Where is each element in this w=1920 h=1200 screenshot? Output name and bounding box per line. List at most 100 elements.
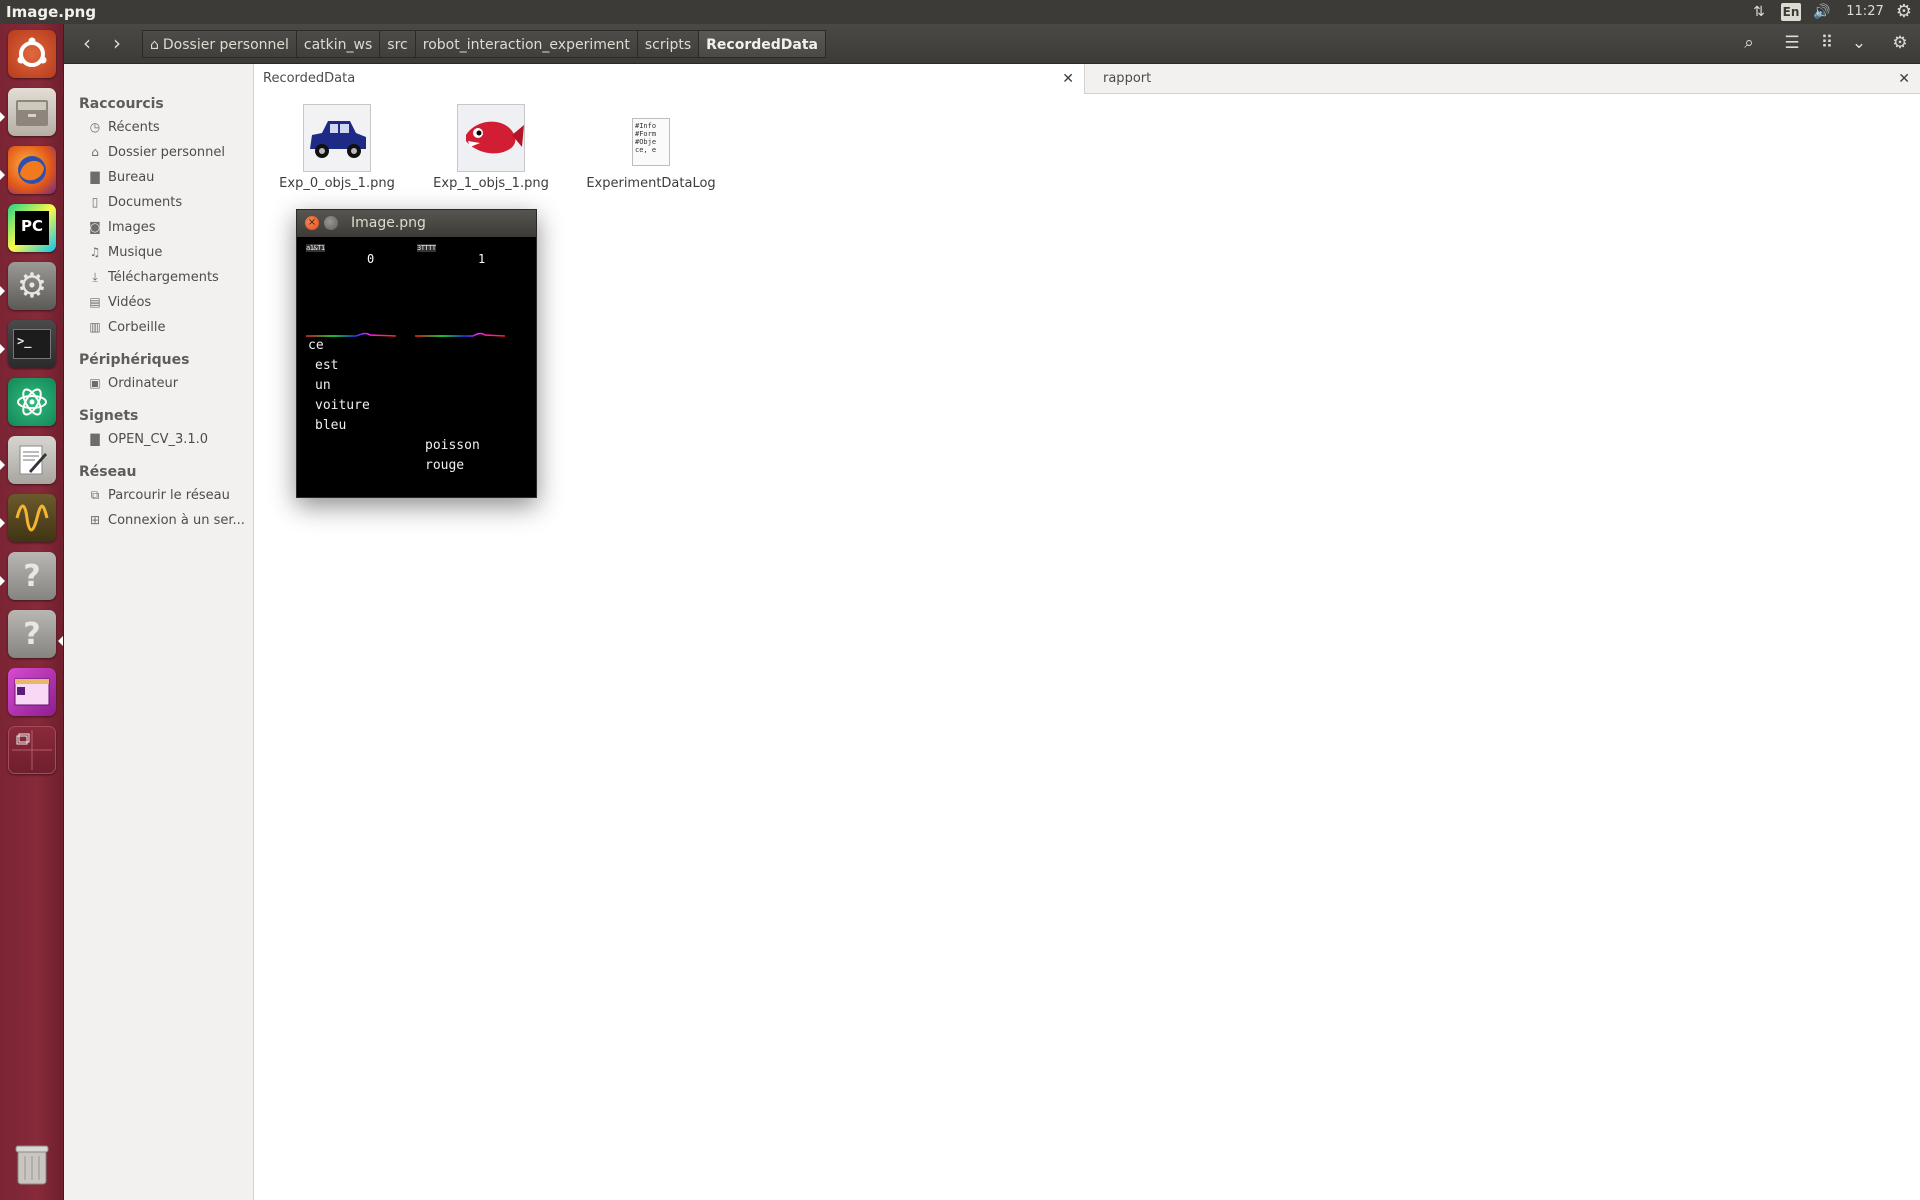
network-icon[interactable]: ⇅ [1748, 2, 1770, 22]
search-icon[interactable]: ⌕ [1734, 30, 1764, 58]
tab-rapport[interactable]: rapport ✕ [1086, 64, 1920, 94]
forward-arrow-icon[interactable]: › [102, 30, 132, 58]
sidebar-item-connect-server[interactable]: ⊞ Connexion à un ser... [88, 509, 254, 531]
close-icon[interactable]: × [305, 216, 319, 230]
file-item[interactable]: Exp_0_objs_1.png [277, 104, 397, 191]
red-fish-icon [458, 105, 524, 171]
tab-label: RecordedData [263, 71, 356, 86]
music-icon: ♫ [89, 245, 101, 259]
sidebar-item-bookmark-opencv[interactable]: ▇ OPEN_CV_3.1.0 [88, 428, 254, 450]
breadcrumb-src[interactable]: src [379, 30, 415, 58]
text-document-icon: #Info #Form #Obje ce, e [632, 118, 670, 166]
sidebar-item-documents[interactable]: ▯ Documents [88, 191, 254, 213]
breadcrumb-robot-interaction-experiment[interactable]: robot_interaction_experiment [414, 30, 637, 58]
unknown-app-icon[interactable]: ? [8, 610, 56, 658]
file-name: ExperimentDataLog [586, 176, 716, 191]
system-menu-gear-icon[interactable]: ⚙ [1893, 2, 1915, 22]
file-name: Exp_0_objs_1.png [279, 176, 395, 191]
sidebar-item-label: Ordinateur [108, 376, 179, 391]
sidebar-item-computer[interactable]: ▣ Ordinateur [88, 372, 254, 394]
image-tiny-label: a1&T1 [306, 244, 325, 252]
sidebar-item-browse-network[interactable]: ⧉ Parcourir le réseau [88, 484, 254, 506]
image-canvas: a1&T1 3TTTT 0 1 ce est un voiture bleu p… [297, 237, 536, 497]
caption-word: poisson [425, 438, 480, 453]
folder-icon: ▇ [90, 432, 100, 446]
breadcrumb-recorded-data[interactable]: RecordedData [698, 30, 826, 58]
breadcrumb-catkin-ws[interactable]: catkin_ws [295, 30, 380, 58]
running-indicator [0, 112, 5, 122]
camera-icon: ◙ [89, 220, 101, 234]
ubuntu-dash-icon[interactable] [8, 30, 56, 78]
caption-word: bleu [315, 418, 347, 433]
viewer-titlebar[interactable]: × Image.png [297, 210, 536, 237]
text-editor-icon[interactable] [8, 436, 56, 484]
download-icon: ⤓ [92, 270, 98, 284]
sidebar-item-label: Bureau [108, 170, 155, 185]
chevron-down-icon[interactable]: ⌄ [1844, 30, 1874, 58]
firefox-icon[interactable] [8, 146, 56, 194]
sidebar-section-title: Réseau [79, 464, 137, 480]
gear-icon[interactable]: ⚙ [1885, 30, 1915, 58]
breadcrumb-scripts[interactable]: scripts [636, 30, 699, 58]
caption-word: rouge [425, 458, 465, 473]
running-indicator [0, 576, 5, 586]
server-icon: ⊞ [89, 513, 101, 527]
atom-icon[interactable] [8, 378, 56, 426]
caption-word: voiture [315, 398, 370, 413]
viewer-title: Image.png [351, 215, 426, 231]
keyboard-layout-indicator[interactable]: En [1781, 3, 1801, 21]
object-index: 0 [367, 252, 375, 266]
grid-view-icon[interactable]: ⠿ [1812, 30, 1842, 58]
sidebar-item-recents[interactable]: ◷ Récents [88, 116, 254, 138]
sidebar-item-videos[interactable]: ▤ Vidéos [88, 291, 254, 313]
files-icon[interactable] [8, 88, 56, 136]
clock-icon: ◷ [89, 120, 101, 134]
back-arrow-icon[interactable]: ‹ [72, 30, 102, 58]
sidebar-item-home[interactable]: ⌂ Dossier personnel [88, 141, 254, 163]
home-icon: ⌂ [91, 145, 99, 159]
image-viewer-window: × Image.png a1&T1 3TTTT 0 1 ce est un vo… [296, 209, 537, 498]
sound-icon[interactable]: 🔊 [1810, 2, 1834, 22]
home-icon: ⌂ [150, 37, 159, 53]
tab-recorded-data[interactable]: RecordedData ✕ [255, 64, 1085, 94]
sidebar-item-label: Documents [108, 195, 183, 210]
trash-icon: ▥ [89, 320, 101, 334]
terminal-icon[interactable]: >_ [8, 320, 56, 368]
file-item[interactable]: Exp_1_objs_1.png [431, 104, 551, 191]
app-window-icon[interactable] [8, 668, 56, 716]
sidebar-item-downloads[interactable]: ⤓ Téléchargements [88, 266, 254, 288]
file-item[interactable]: #Info #Form #Obje ce, e ExperimentDataLo… [581, 104, 721, 191]
clock[interactable]: 11:27 [1842, 2, 1888, 22]
sidebar-item-desktop[interactable]: ▇ Bureau [88, 166, 254, 188]
close-icon[interactable]: ✕ [1062, 64, 1074, 94]
object-index: 1 [478, 252, 486, 266]
minimize-icon[interactable] [324, 216, 338, 230]
close-icon[interactable]: ✕ [1898, 64, 1910, 94]
running-indicator [0, 344, 5, 354]
breadcrumb: ⌂ Dossier personnel catkin_ws src robot_i… [142, 30, 826, 58]
film-icon: ▤ [89, 295, 101, 309]
document-icon: ▯ [91, 195, 99, 209]
file-manager-window: ‹ › ⌂ Dossier personnel catkin_ws src rob… [64, 24, 1920, 1200]
file-name: Exp_1_objs_1.png [433, 176, 549, 191]
folder-icon: ▇ [90, 170, 100, 184]
blue-car-icon [304, 105, 370, 171]
oscilloscope-icon[interactable] [8, 494, 56, 542]
breadcrumb-home[interactable]: ⌂ Dossier personnel [142, 30, 296, 58]
trash-icon[interactable] [8, 1140, 56, 1188]
sidebar-item-music[interactable]: ♫ Musique [88, 241, 254, 263]
workspace-switcher-icon[interactable] [8, 726, 56, 774]
top-panel: Image.png ⇅ En 🔊 11:27 ⚙ [0, 0, 1920, 24]
unknown-app-icon[interactable]: ? [8, 552, 56, 600]
sidebar-item-trash[interactable]: ▥ Corbeille [88, 316, 254, 338]
image-thumbnail [303, 104, 371, 172]
sidebar-item-pictures[interactable]: ◙ Images [88, 216, 254, 238]
sidebar-item-label: Corbeille [108, 320, 166, 335]
tab-bar: RecordedData ✕ rapport ✕ [255, 64, 1920, 94]
list-view-icon[interactable]: ☰ [1777, 30, 1807, 58]
system-settings-icon[interactable]: ⚙ [8, 262, 56, 310]
drive-icon: ▣ [89, 376, 101, 390]
pycharm-icon[interactable]: PC [8, 204, 56, 252]
unknown-app-glyph: ? [23, 616, 41, 652]
unity-launcher: PC ⚙ >_ ? ? [0, 24, 64, 1200]
